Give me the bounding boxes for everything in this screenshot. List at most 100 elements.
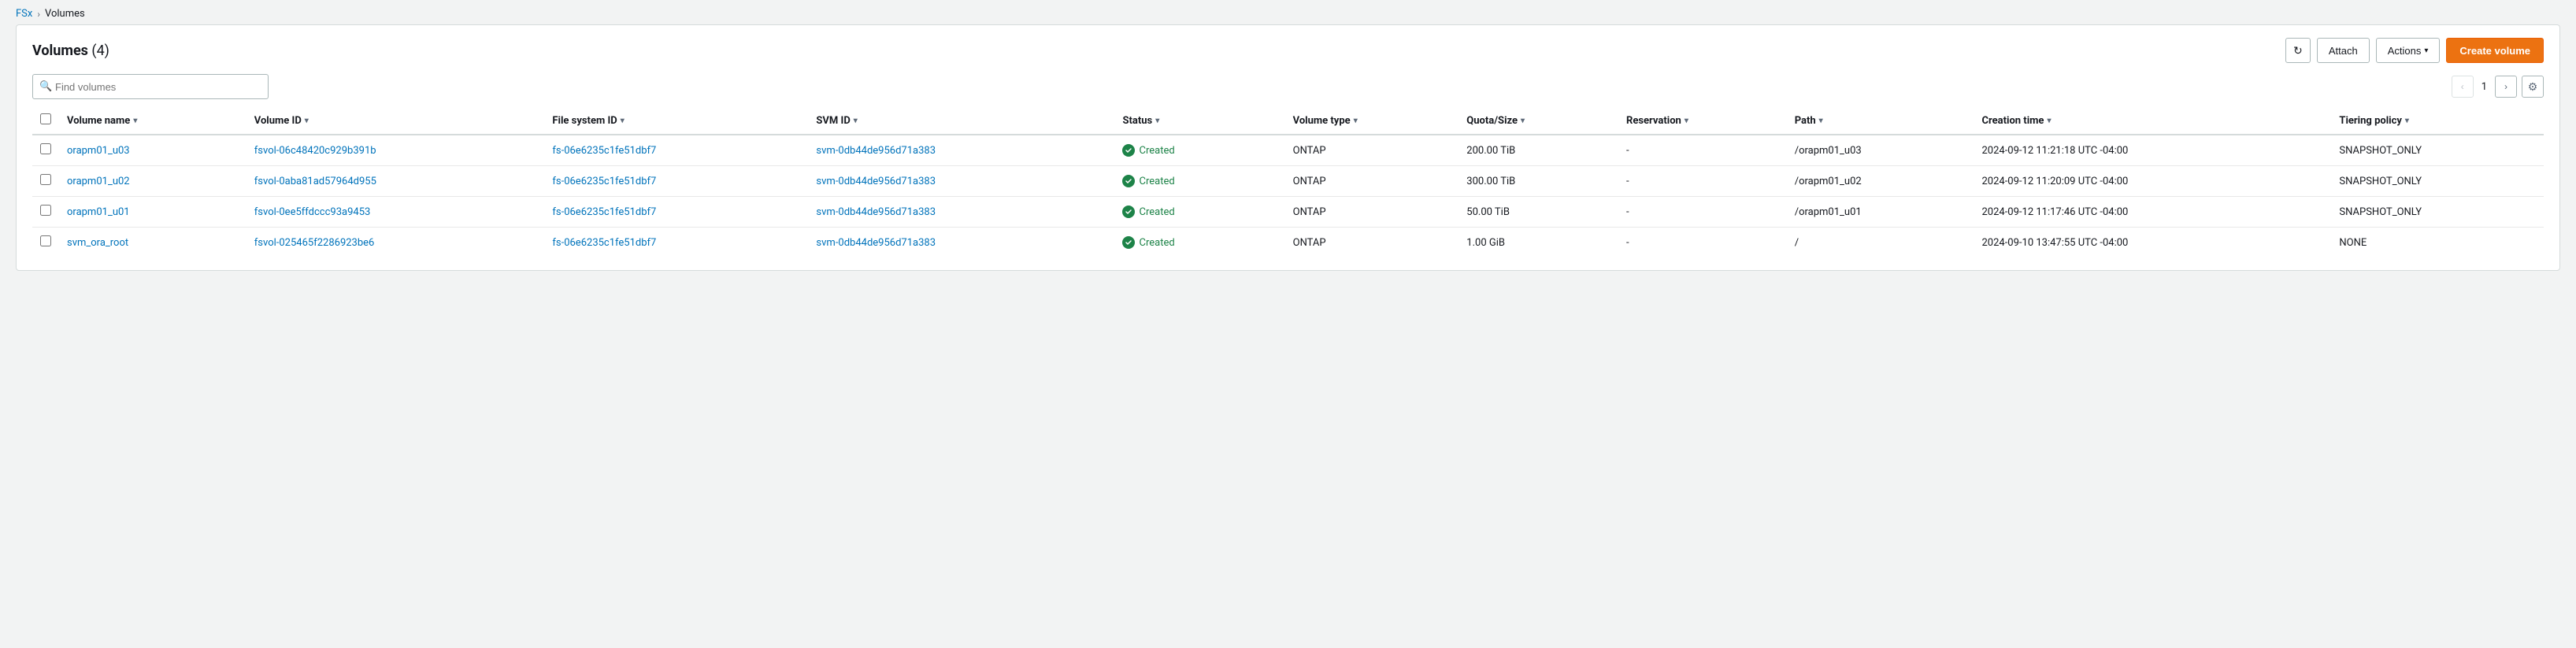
col-label-quota: Quota/Size <box>1466 115 1518 127</box>
breadcrumb-separator: › <box>37 9 40 20</box>
row-path: /orapm01_u02 <box>1787 166 1974 197</box>
col-header-tiering[interactable]: Tiering policy ▾ <box>2331 107 2544 135</box>
fs-id-link[interactable]: fs-06e6235c1fe51dbf7 <box>552 237 656 249</box>
row-checkbox-cell[interactable] <box>32 135 59 166</box>
volume-id-link[interactable]: fsvol-0ee5ffdccc93a9453 <box>254 206 371 218</box>
page-title: Volumes (4) <box>32 43 109 59</box>
row-volume-id: fsvol-0ee5ffdccc93a9453 <box>246 197 545 228</box>
col-label-tiering: Tiering policy <box>2339 115 2402 127</box>
row-creation-time: 2024-09-12 11:20:09 UTC -04:00 <box>1974 166 2331 197</box>
col-label-volume-name: Volume name <box>67 115 130 127</box>
search-input[interactable] <box>32 74 269 99</box>
row-svm-id: svm-0db44de956d71a383 <box>808 228 1114 258</box>
svm-id-link[interactable]: svm-0db44de956d71a383 <box>816 206 936 218</box>
col-header-creation[interactable]: Creation time ▾ <box>1974 107 2331 135</box>
table-row: orapm01_u01 fsvol-0ee5ffdccc93a9453 fs-0… <box>32 197 2544 228</box>
col-header-path[interactable]: Path ▾ <box>1787 107 1974 135</box>
select-all-header[interactable] <box>32 107 59 135</box>
breadcrumb: FSx › Volumes <box>0 0 2576 24</box>
row-checkbox[interactable] <box>40 174 51 185</box>
volume-name-link[interactable]: orapm01_u01 <box>67 206 130 218</box>
pagination-prev-button[interactable]: ‹ <box>2452 76 2474 98</box>
fs-id-link[interactable]: fs-06e6235c1fe51dbf7 <box>552 206 656 218</box>
select-all-checkbox[interactable] <box>40 113 51 124</box>
row-volume-type: ONTAP <box>1285 166 1459 197</box>
sort-icon-creation: ▾ <box>2047 117 2051 125</box>
settings-button[interactable]: ⚙ <box>2522 76 2544 98</box>
col-label-path: Path <box>1795 115 1816 127</box>
create-volume-button[interactable]: Create volume <box>2446 38 2544 63</box>
row-checkbox[interactable] <box>40 143 51 154</box>
row-volume-name: orapm01_u02 <box>59 166 246 197</box>
row-volume-name: orapm01_u01 <box>59 197 246 228</box>
sort-icon-svm-id: ▾ <box>854 117 858 125</box>
volume-id-link[interactable]: fsvol-0aba81ad57964d955 <box>254 176 376 187</box>
sort-icon-reservation: ▾ <box>1685 117 1688 125</box>
volume-name-link[interactable]: orapm01_u03 <box>67 145 130 157</box>
col-label-creation: Creation time <box>1981 115 2044 127</box>
volume-name-link[interactable]: svm_ora_root <box>67 237 128 249</box>
row-checkbox-cell[interactable] <box>32 228 59 258</box>
row-quota-size: 200.00 TiB <box>1458 135 1618 166</box>
row-checkbox-cell[interactable] <box>32 166 59 197</box>
volumes-table: Volume name ▾ Volume ID ▾ File system ID… <box>32 107 2544 257</box>
col-label-status: Status <box>1122 115 1152 127</box>
col-header-svm-id[interactable]: SVM ID ▾ <box>808 107 1114 135</box>
row-checkbox[interactable] <box>40 235 51 246</box>
search-wrapper: 🔍 <box>32 74 269 99</box>
row-tiering-policy: SNAPSHOT_ONLY <box>2331 166 2544 197</box>
row-volume-type: ONTAP <box>1285 135 1459 166</box>
row-tiering-policy: SNAPSHOT_ONLY <box>2331 197 2544 228</box>
svm-id-link[interactable]: svm-0db44de956d71a383 <box>816 145 936 157</box>
row-status: Created <box>1114 197 1284 228</box>
status-text: Created <box>1139 237 1174 249</box>
row-path: /orapm01_u01 <box>1787 197 1974 228</box>
col-header-reservation[interactable]: Reservation ▾ <box>1618 107 1787 135</box>
status-text: Created <box>1139 206 1174 218</box>
volume-name-link[interactable]: orapm01_u02 <box>67 176 130 187</box>
row-volume-id: fsvol-06c48420c929b391b <box>246 135 545 166</box>
title-text: Volumes <box>32 43 88 59</box>
row-checkbox[interactable] <box>40 205 51 216</box>
sort-icon-status: ▾ <box>1155 117 1159 125</box>
svm-id-link[interactable]: svm-0db44de956d71a383 <box>816 176 936 187</box>
pagination-next-button[interactable]: › <box>2495 76 2517 98</box>
refresh-icon: ↻ <box>2293 44 2303 57</box>
refresh-button[interactable]: ↻ <box>2285 38 2311 63</box>
sort-icon-volume-name: ▾ <box>133 117 137 125</box>
col-header-volume-type[interactable]: Volume type ▾ <box>1285 107 1459 135</box>
actions-button[interactable]: Actions ▾ <box>2376 38 2441 63</box>
status-text: Created <box>1139 176 1174 187</box>
col-header-volume-name[interactable]: Volume name ▾ <box>59 107 246 135</box>
attach-label: Attach <box>2329 45 2358 57</box>
col-header-status[interactable]: Status ▾ <box>1114 107 1284 135</box>
row-status: Created <box>1114 135 1284 166</box>
sort-icon-volume-id: ▾ <box>305 117 309 125</box>
sort-icon-path: ▾ <box>1819 117 1823 125</box>
fs-id-link[interactable]: fs-06e6235c1fe51dbf7 <box>552 176 656 187</box>
attach-button[interactable]: Attach <box>2317 38 2370 63</box>
sort-icon-quota: ▾ <box>1521 117 1525 125</box>
volumes-panel: Volumes (4) ↻ Attach Actions ▾ Create vo… <box>16 24 2560 271</box>
volume-id-link[interactable]: fsvol-025465f2286923be6 <box>254 237 375 249</box>
col-header-fs-id[interactable]: File system ID ▾ <box>544 107 808 135</box>
create-volume-label: Create volume <box>2459 45 2530 57</box>
svm-id-link[interactable]: svm-0db44de956d71a383 <box>816 237 936 249</box>
fs-id-link[interactable]: fs-06e6235c1fe51dbf7 <box>552 145 656 157</box>
row-svm-id: svm-0db44de956d71a383 <box>808 197 1114 228</box>
col-header-quota[interactable]: Quota/Size ▾ <box>1458 107 1618 135</box>
col-label-svm-id: SVM ID <box>816 115 850 127</box>
row-path: / <box>1787 228 1974 258</box>
row-tiering-policy: SNAPSHOT_ONLY <box>2331 135 2544 166</box>
volume-id-link[interactable]: fsvol-06c48420c929b391b <box>254 145 376 157</box>
col-label-volume-id: Volume ID <box>254 115 302 127</box>
row-checkbox-cell[interactable] <box>32 197 59 228</box>
row-reservation: - <box>1618 228 1787 258</box>
status-text: Created <box>1139 145 1174 157</box>
row-creation-time: 2024-09-12 11:17:46 UTC -04:00 <box>1974 197 2331 228</box>
pagination-page: 1 <box>2478 81 2490 93</box>
col-header-volume-id[interactable]: Volume ID ▾ <box>246 107 545 135</box>
breadcrumb-parent-link[interactable]: FSx <box>16 8 32 20</box>
col-label-reservation: Reservation <box>1626 115 1681 127</box>
row-volume-type: ONTAP <box>1285 197 1459 228</box>
